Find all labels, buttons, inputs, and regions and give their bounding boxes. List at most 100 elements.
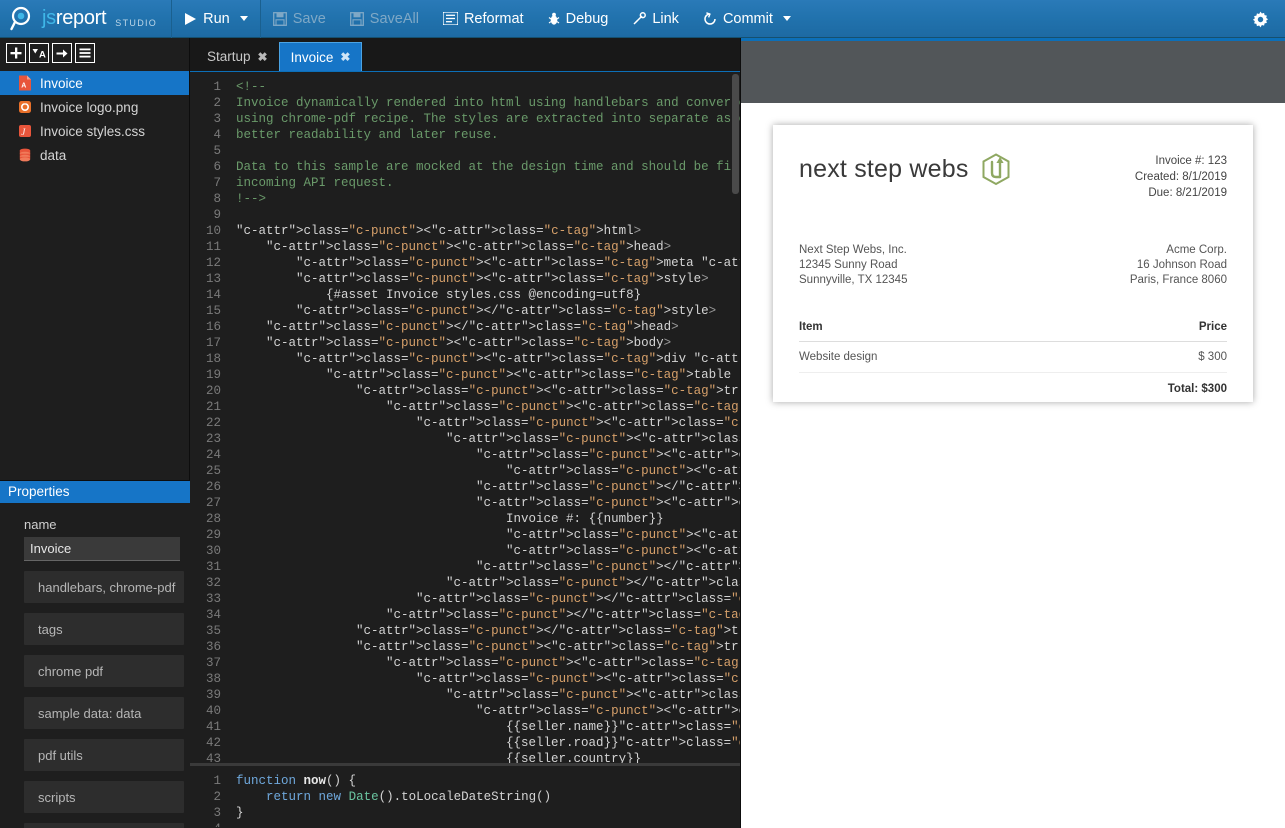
- commit-dropdown-caret[interactable]: [782, 16, 791, 21]
- invoice-parties: Next Step Webs, Inc. 12345 Sunny Road Su…: [799, 243, 1227, 288]
- tab-label: Startup: [207, 49, 251, 64]
- file-label: Invoice styles.css: [40, 123, 146, 139]
- file-item-invoice-logo[interactable]: Invoice logo.png: [0, 95, 189, 119]
- column-header-item: Item: [799, 320, 1043, 342]
- play-icon: [185, 12, 197, 25]
- name-label: name: [24, 517, 57, 532]
- editor-scrollbar[interactable]: [731, 72, 740, 763]
- save-all-button[interactable]: SaveAll: [338, 0, 431, 38]
- collapse-button[interactable]: [52, 43, 72, 63]
- invoice-seller: Next Step Webs, Inc. 12345 Sunny Road Su…: [799, 243, 907, 288]
- data-file-icon: [19, 148, 31, 162]
- tab-close-icon[interactable]: ✖: [340, 50, 350, 64]
- prop-row-sample-data[interactable]: sample data: data: [24, 697, 184, 729]
- file-label: Invoice: [40, 75, 83, 91]
- prop-row-recipe[interactable]: handlebars, chrome-pdf: [24, 571, 184, 603]
- brand-studio: STUDIO: [115, 17, 158, 28]
- save-button[interactable]: Save: [261, 0, 338, 38]
- invoice-items-table: Item Price Website design $ 300 Total: $…: [799, 320, 1227, 404]
- menu-icon: [79, 48, 91, 58]
- file-item-invoice[interactable]: A Invoice: [0, 71, 189, 95]
- code-content[interactable]: function now() { return new Date().toLoc…: [228, 766, 740, 827]
- invoice-brand: next step webs: [799, 153, 1011, 186]
- run-label: Run: [203, 10, 230, 27]
- pdf-page-area: next step webs Invoice #: 123 Created: 8…: [741, 103, 1285, 828]
- run-button[interactable]: Run: [172, 0, 260, 38]
- history-icon: [704, 11, 716, 25]
- editor-tabs: Startup ✖ Invoice ✖: [190, 38, 740, 71]
- buyer-road: 16 Johnson Road: [1136, 259, 1227, 271]
- table-header-row: Item Price: [799, 320, 1227, 342]
- file-item-data[interactable]: data: [0, 143, 189, 167]
- link-icon: [633, 11, 647, 25]
- add-icon: [10, 47, 22, 59]
- name-input[interactable]: [24, 537, 180, 561]
- next-step-webs-logo-icon: [982, 153, 1010, 186]
- total-amount: Total: $300: [1167, 383, 1227, 395]
- link-button[interactable]: Link: [620, 0, 691, 38]
- debug-label: Debug: [565, 10, 609, 27]
- settings-button[interactable]: [1244, 0, 1277, 38]
- reformat-icon: [442, 12, 458, 25]
- table-row: Website design $ 300: [799, 341, 1227, 373]
- pdf-file-icon: A: [19, 75, 31, 91]
- save-label: Save: [292, 10, 326, 27]
- commit-label: Commit: [722, 10, 773, 27]
- invoice-number: Invoice #: 123: [1155, 155, 1227, 167]
- seller-name: Next Step Webs, Inc.: [799, 244, 907, 256]
- prop-row-pdf-utils[interactable]: pdf utils: [24, 739, 184, 771]
- properties-body: name handlebars, chrome-pdf tags chrome …: [0, 503, 190, 828]
- column-header-price: Price: [1042, 320, 1227, 342]
- run-dropdown-caret[interactable]: [239, 16, 248, 21]
- debug-button[interactable]: Debug: [536, 0, 621, 38]
- css-file-icon: J: [19, 125, 31, 137]
- line-number-gutter: 1234: [190, 766, 228, 827]
- tab-label: Invoice: [290, 49, 334, 65]
- item-price: $ 300: [1042, 341, 1227, 373]
- invoice-company-name: next step webs: [799, 155, 969, 183]
- item-name: Website design: [799, 341, 1043, 373]
- sort-button[interactable]: A: [29, 43, 49, 63]
- html-code-editor[interactable]: 1 2 3 4 5 6 7 8 9 10 11 12 13 14 15 16 17 18 19 20 21 22 23 24 2…: [190, 71, 740, 763]
- svg-text:A: A: [39, 49, 46, 59]
- table-total-row: Total: $300: [799, 373, 1227, 405]
- tab-close-icon[interactable]: ✖: [258, 50, 268, 64]
- brand-text: jsreport: [42, 7, 107, 30]
- code-content[interactable]: <!-- Invoice dynamically rendered into ht…: [228, 72, 740, 763]
- js-code-editor[interactable]: 1234 function now() { return new Date().…: [190, 763, 740, 827]
- file-label: Invoice logo.png: [40, 99, 139, 115]
- svg-text:A: A: [21, 82, 26, 89]
- tab-invoice[interactable]: Invoice ✖: [278, 42, 363, 71]
- prop-row-scripts[interactable]: scripts: [24, 781, 184, 813]
- brand-js: js: [42, 7, 56, 29]
- add-entity-button[interactable]: [6, 43, 26, 63]
- menu-button[interactable]: [75, 43, 95, 63]
- invoice-header: next step webs Invoice #: 123 Created: 8…: [799, 153, 1227, 201]
- tab-startup[interactable]: Startup ✖: [196, 42, 279, 71]
- prop-row-chrome-pdf[interactable]: chrome pdf: [24, 655, 184, 687]
- jsreport-studio-window: jsreport STUDIO Run Save SaveAll Reforma…: [0, 0, 1285, 828]
- pdf-viewer-toolbar[interactable]: [741, 41, 1285, 103]
- reformat-button[interactable]: Reformat: [431, 0, 536, 38]
- invoice-buyer: Acme Corp. 16 Johnson Road Paris, France…: [1130, 243, 1227, 288]
- prop-row-tags[interactable]: tags: [24, 613, 184, 645]
- save-all-icon: [349, 11, 364, 26]
- invoice-meta: Invoice #: 123 Created: 8/1/2019 Due: 8/…: [1135, 153, 1227, 201]
- bug-icon: [548, 12, 559, 25]
- file-item-invoice-styles[interactable]: J Invoice styles.css: [0, 119, 189, 143]
- commit-button[interactable]: Commit: [691, 0, 803, 38]
- reformat-label: Reformat: [463, 10, 524, 27]
- properties-title: Properties: [0, 481, 190, 503]
- total-spacer: [799, 373, 1043, 405]
- image-file-icon: [19, 101, 31, 113]
- prop-row-resources[interactable]: resources: [24, 823, 184, 828]
- scrollbar-thumb[interactable]: [732, 74, 739, 194]
- arrow-right-icon: [56, 49, 68, 57]
- line-number-gutter: 1 2 3 4 5 6 7 8 9 10 11 12 13 14 15 16 17 18 19 20 21 22 23 24 2…: [190, 72, 228, 763]
- explorer-toolbar: A: [0, 38, 189, 69]
- gear-icon: [1252, 11, 1269, 27]
- properties-panel: Properties name handlebars, chrome-pdf t…: [0, 480, 190, 828]
- brand-report: report: [55, 7, 107, 29]
- invoice-document: next step webs Invoice #: 123 Created: 8…: [773, 125, 1253, 402]
- app-logo[interactable]: jsreport STUDIO: [0, 0, 171, 38]
